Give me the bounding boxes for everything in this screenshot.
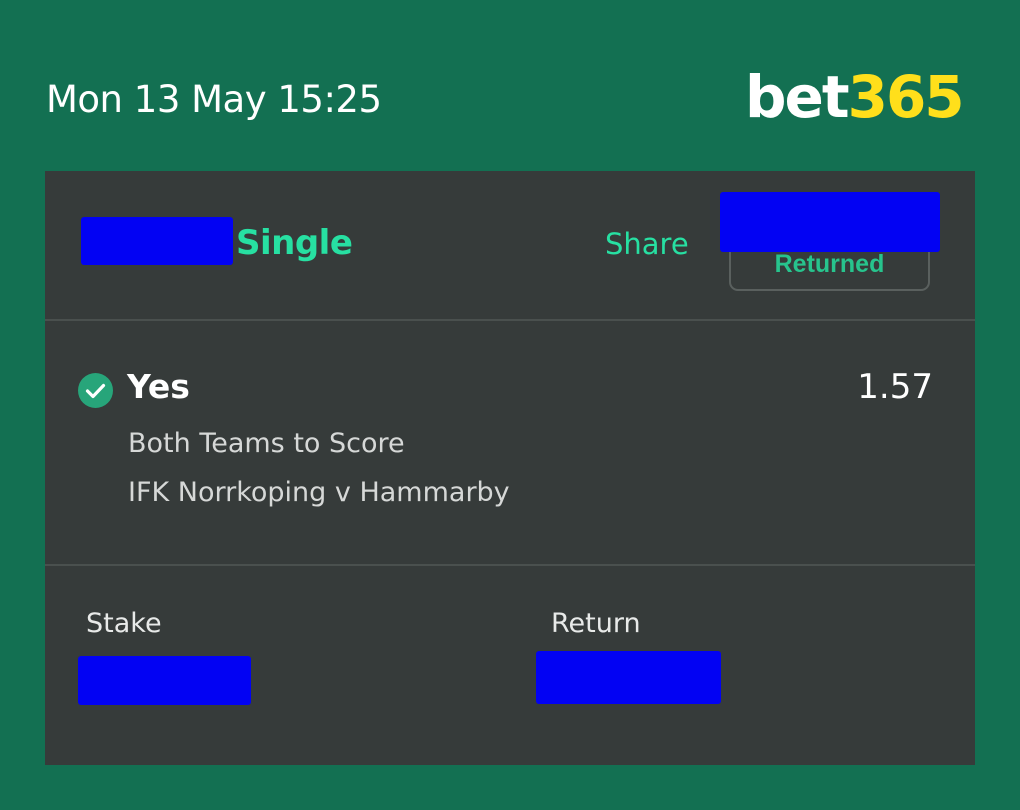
stake-label: Stake xyxy=(86,608,162,639)
bet-type-label: Single xyxy=(236,223,353,263)
redacted-stake-value xyxy=(78,656,251,705)
logo-text-bet: bet xyxy=(745,63,850,131)
selection-odds: 1.57 xyxy=(857,367,933,407)
share-button[interactable]: Share xyxy=(605,227,689,261)
market-name: Both Teams to Score xyxy=(128,428,405,459)
event-name: IFK Norrkoping v Hammarby xyxy=(128,477,510,508)
check-circle-icon xyxy=(78,373,113,408)
redacted-stake-amount xyxy=(81,217,233,265)
footer-divider xyxy=(45,564,975,566)
bet-datetime: Mon 13 May 15:25 xyxy=(46,78,382,121)
redacted-status-area xyxy=(720,192,940,252)
bet365-logo: bet365 xyxy=(745,68,965,126)
header-divider xyxy=(45,319,975,321)
logo-text-365: 365 xyxy=(847,63,965,131)
redacted-return-value xyxy=(536,651,721,704)
status-badge-label: Returned xyxy=(774,250,885,278)
bet-slip-card: Single Share Returned Yes 1.57 Both Team… xyxy=(45,171,975,765)
selection-name: Yes xyxy=(127,367,190,406)
return-label: Return xyxy=(551,608,641,639)
